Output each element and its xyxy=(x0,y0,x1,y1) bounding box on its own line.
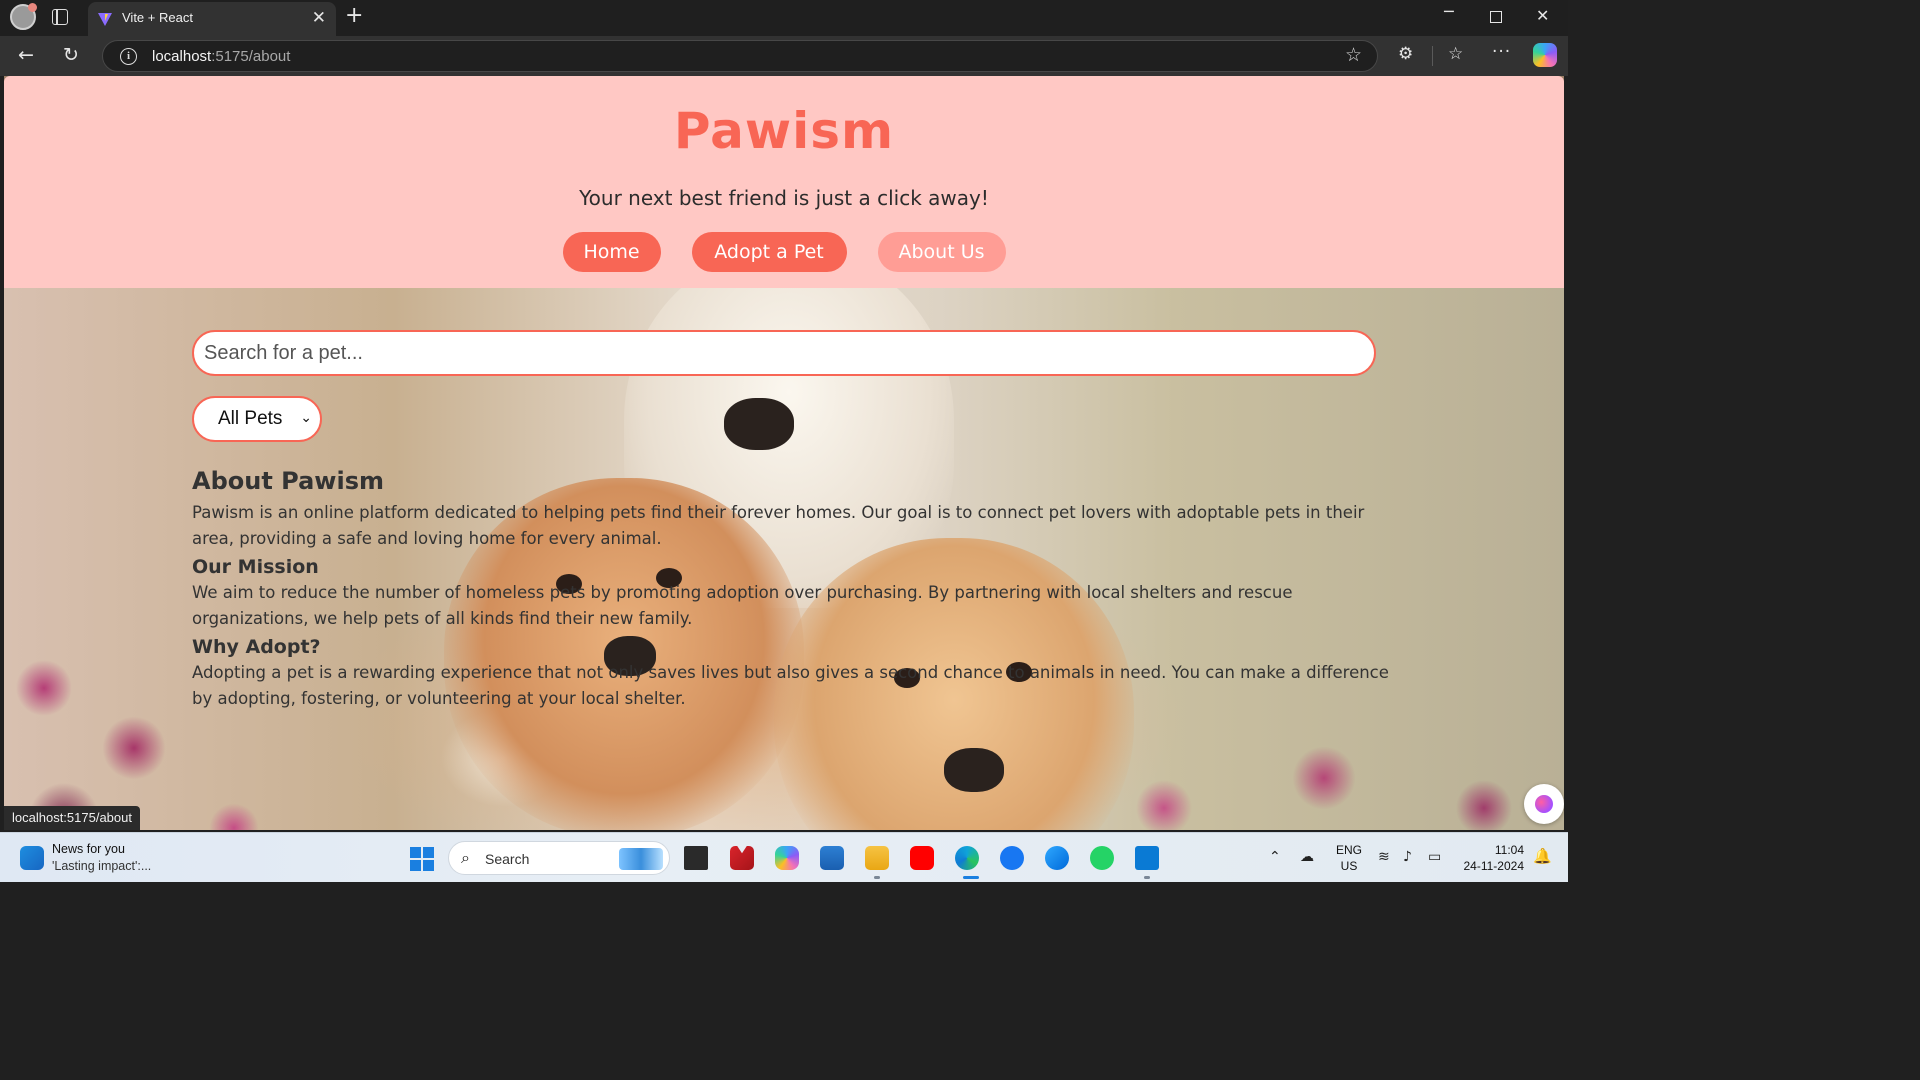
active-indicator xyxy=(963,876,979,879)
news-subtitle[interactable]: 'Lasting impact':... xyxy=(52,859,151,873)
puppy-nose xyxy=(724,398,794,450)
copilot-app-icon[interactable] xyxy=(775,846,799,870)
favorites-icon[interactable]: ☆ xyxy=(1448,44,1463,64)
battery-icon[interactable]: ▭ xyxy=(1428,849,1441,865)
about-title: About Pawism xyxy=(192,467,384,495)
nav-about-button[interactable]: About Us xyxy=(877,232,1006,272)
vscode-icon[interactable] xyxy=(1135,846,1159,870)
url-host: localhost xyxy=(152,48,212,65)
window-close-icon[interactable]: ✕ xyxy=(1536,6,1549,25)
mcafee-icon[interactable] xyxy=(730,846,754,870)
tab-title: Vite + React xyxy=(122,10,193,25)
copilot-icon[interactable] xyxy=(1533,43,1557,67)
site-header: Pawism Your next best friend is just a c… xyxy=(4,76,1564,288)
pet-type-select[interactable]: All Pets ⌄ xyxy=(192,396,322,442)
window-minimize-icon[interactable]: ─ xyxy=(1444,2,1454,21)
toolbar-divider xyxy=(1432,46,1433,66)
wifi-icon[interactable]: ≋ xyxy=(1378,849,1390,865)
notification-bell-icon[interactable]: 🔔 xyxy=(1533,847,1552,865)
tray-chevron-up-icon[interactable]: ⌃ xyxy=(1269,849,1281,865)
language-indicator[interactable]: ENG US xyxy=(1336,842,1362,874)
vite-logo-icon xyxy=(98,13,112,26)
url-path: :5175/about xyxy=(211,48,291,65)
language-code: ENG xyxy=(1336,843,1363,857)
more-options-icon[interactable]: ··· xyxy=(1492,42,1511,62)
youtube-icon[interactable] xyxy=(910,846,934,870)
favorite-star-icon[interactable]: ☆ xyxy=(1345,44,1362,66)
pet-type-selected: All Pets xyxy=(218,408,283,429)
onedrive-offline-icon[interactable]: ☁ xyxy=(1300,849,1314,865)
site-tagline: Your next best friend is just a click aw… xyxy=(579,186,989,210)
running-indicator xyxy=(1144,876,1150,879)
news-widget-icon[interactable] xyxy=(20,846,44,870)
search-box xyxy=(192,330,1376,376)
news-title[interactable]: News for you xyxy=(52,842,125,856)
browser-titlebar: Vite + React ✕ + ─ ✕ xyxy=(0,0,1568,36)
profile-avatar-icon[interactable] xyxy=(10,3,37,30)
about-intro: Pawism is an online platform dedicated t… xyxy=(192,503,1365,548)
taskbar-search[interactable]: ⌕ Search xyxy=(448,841,670,875)
microsoft-store-icon[interactable] xyxy=(820,846,844,870)
flowers-right xyxy=(1104,718,1564,830)
tab-actions-icon[interactable] xyxy=(52,9,68,25)
edge-browser-icon[interactable] xyxy=(955,846,979,870)
extensions-icon[interactable]: ⚙ xyxy=(1398,44,1413,64)
main-nav: Home Adopt a Pet About Us xyxy=(4,232,1564,272)
nav-home-button[interactable]: Home xyxy=(562,232,661,272)
why-adopt-heading: Why Adopt? xyxy=(192,636,321,658)
back-arrow-icon[interactable]: ← xyxy=(18,44,34,66)
site-brand: Pawism xyxy=(673,102,895,160)
search-input[interactable] xyxy=(204,332,1364,374)
status-link-preview: localhost:5175/about xyxy=(4,806,140,830)
site-info-icon[interactable]: i xyxy=(120,48,137,65)
tab-close-icon[interactable]: ✕ xyxy=(312,8,326,28)
whatsapp-icon[interactable] xyxy=(1090,846,1114,870)
mission-heading: Our Mission xyxy=(192,556,319,578)
region-code: US xyxy=(1340,859,1358,873)
facebook-icon[interactable] xyxy=(1000,846,1024,870)
windows-taskbar: News for you 'Lasting impact':... ⌕ Sear… xyxy=(0,832,1568,882)
chevron-down-icon: ⌄ xyxy=(300,410,312,426)
new-tab-icon[interactable]: + xyxy=(345,3,363,28)
system-clock[interactable]: 11:04 24-11-2024 xyxy=(1460,842,1525,874)
why-adopt-text: Adopting a pet is a rewarding experience… xyxy=(192,663,1389,708)
clock-date: 24-11-2024 xyxy=(1463,859,1525,873)
running-indicator xyxy=(874,876,880,879)
browser-tab[interactable]: Vite + React ✕ xyxy=(88,2,336,36)
reload-icon[interactable]: ↻ xyxy=(63,44,79,66)
mission-text: We aim to reduce the number of homeless … xyxy=(192,583,1293,628)
task-view-icon[interactable] xyxy=(684,846,708,870)
taskbar-search-label: Search xyxy=(485,851,530,867)
help-app-icon[interactable] xyxy=(1045,846,1069,870)
clock-time: 11:04 xyxy=(1494,843,1524,857)
search-highlight-image xyxy=(619,848,663,870)
page-viewport: Pawism Your next best friend is just a c… xyxy=(4,76,1564,830)
volume-icon[interactable]: ♪ xyxy=(1403,849,1412,865)
address-bar[interactable]: i localhost:5175/about ☆ xyxy=(102,40,1378,72)
nav-adopt-button[interactable]: Adopt a Pet xyxy=(691,232,847,272)
url-text[interactable]: localhost:5175/about xyxy=(152,48,290,65)
window-restore-icon[interactable] xyxy=(1490,11,1502,23)
browser-toolbar: ← ↻ i localhost:5175/about ☆ ⚙ ☆ ··· xyxy=(0,36,1568,76)
search-icon: ⌕ xyxy=(461,848,470,867)
puppy-nose xyxy=(944,748,1004,792)
file-explorer-icon[interactable] xyxy=(865,846,889,870)
about-section: About Pawism Pawism is an online platfor… xyxy=(192,466,1392,712)
floating-assistant-icon[interactable] xyxy=(1524,784,1564,824)
windows-start-icon[interactable] xyxy=(410,847,434,871)
